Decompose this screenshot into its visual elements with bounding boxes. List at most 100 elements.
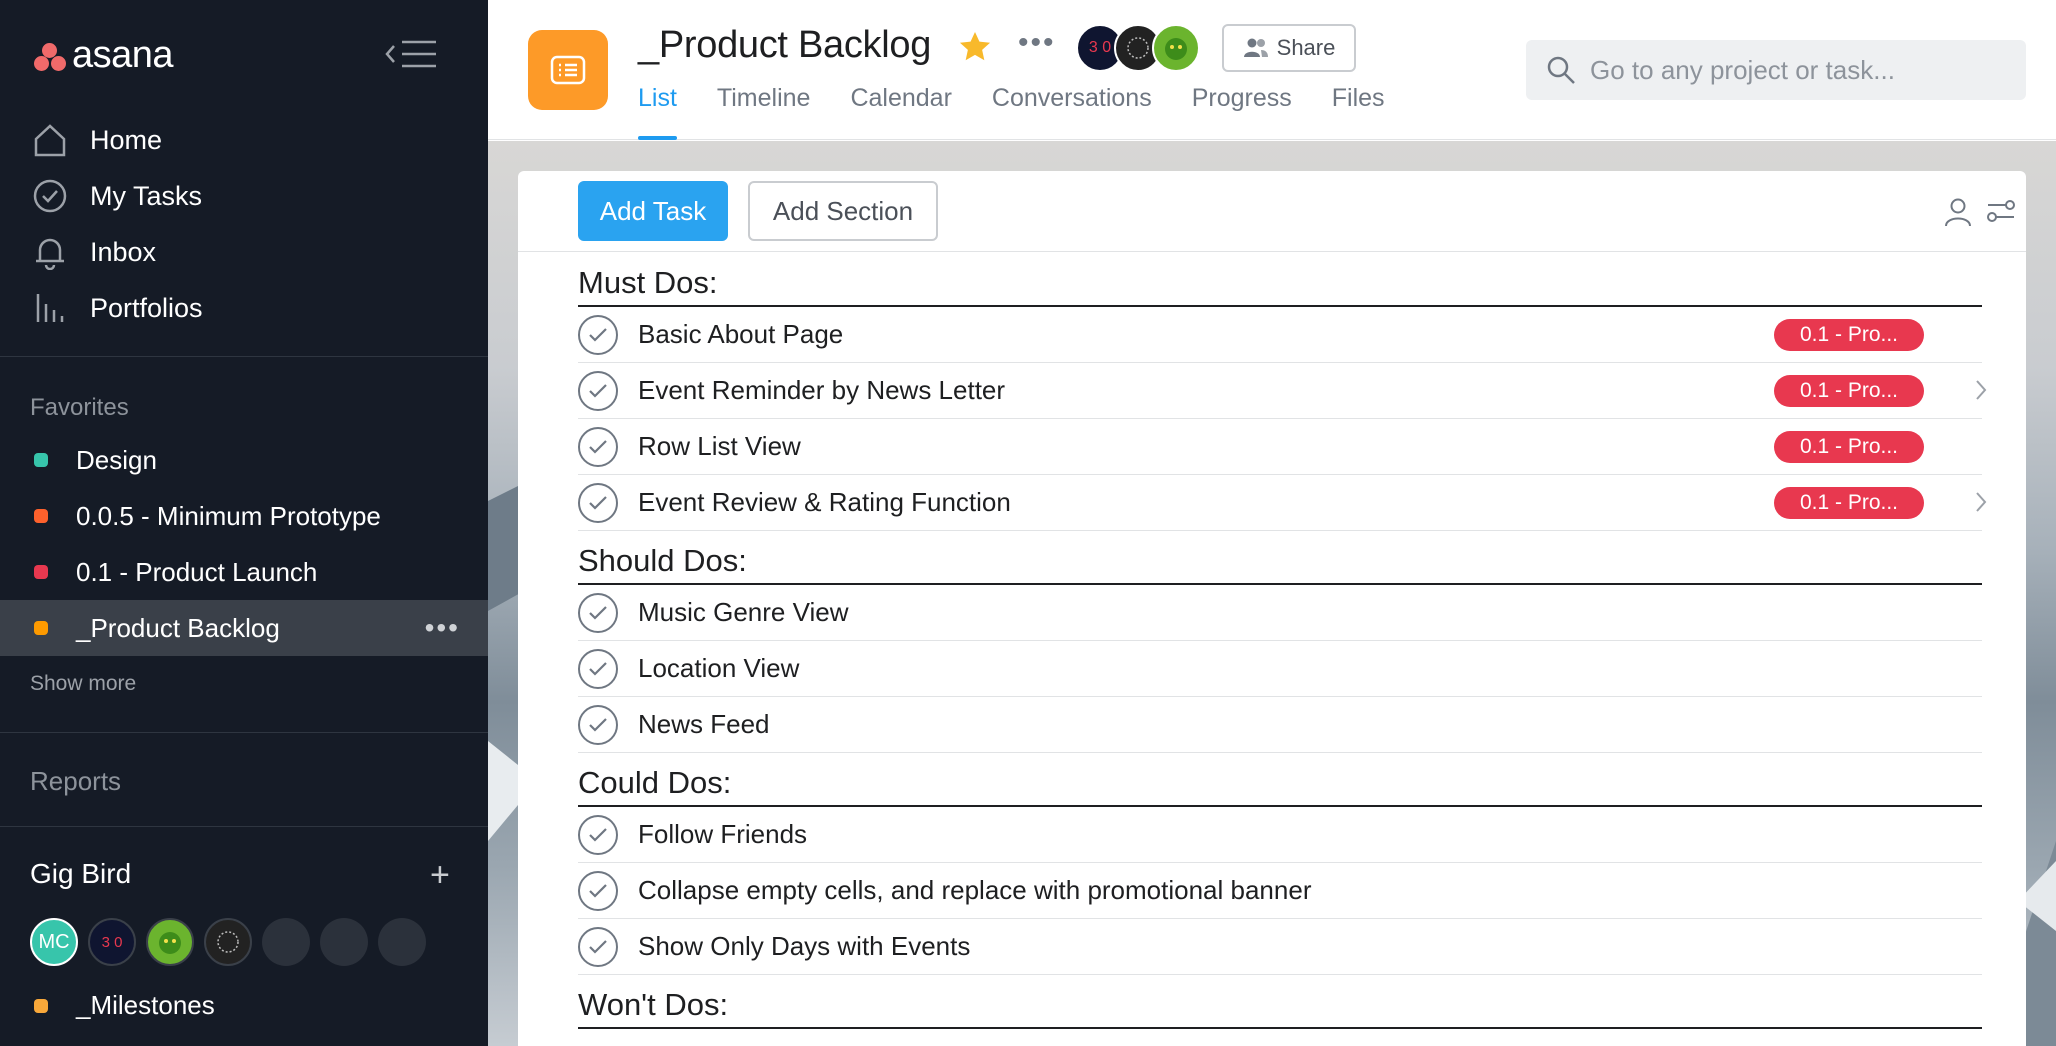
empty-avatar-slot[interactable] bbox=[320, 918, 368, 966]
complete-task-checkbox[interactable] bbox=[578, 370, 618, 411]
task-row[interactable]: Row List View 0.1 - Pro... bbox=[578, 419, 1982, 475]
task-list: Must Dos: Basic About Page 0.1 - Pro... … bbox=[578, 253, 1987, 1029]
tab-timeline[interactable]: Timeline bbox=[717, 84, 811, 140]
collapse-sidebar-icon[interactable] bbox=[384, 36, 440, 72]
nav-label: Portfolios bbox=[90, 292, 203, 323]
complete-task-checkbox[interactable] bbox=[578, 870, 618, 911]
favorite-label: 0.1 - Product Launch bbox=[76, 556, 318, 587]
project-list-icon[interactable] bbox=[528, 30, 608, 110]
more-options-icon[interactable]: ••• bbox=[425, 612, 460, 644]
share-button[interactable]: Share bbox=[1222, 24, 1356, 72]
task-name[interactable]: Music Genre View bbox=[638, 597, 849, 628]
tab-conversations[interactable]: Conversations bbox=[992, 84, 1152, 140]
task-name[interactable]: Follow Friends bbox=[638, 819, 807, 850]
favorite-minimum-prototype[interactable]: 0.0.5 - Minimum Prototype bbox=[0, 488, 488, 544]
complete-task-checkbox[interactable] bbox=[578, 592, 618, 633]
chevron-right-icon[interactable] bbox=[1974, 489, 1988, 520]
add-section-button[interactable]: Add Section bbox=[748, 181, 938, 241]
task-name[interactable]: Basic About Page bbox=[638, 319, 843, 350]
section-header[interactable]: Won't Dos: bbox=[578, 975, 1982, 1029]
task-row[interactable]: News Feed bbox=[578, 697, 1982, 753]
task-row[interactable]: Event Reminder by News Letter 0.1 - Pro.… bbox=[578, 363, 1987, 419]
task-name[interactable]: Location View bbox=[638, 653, 799, 684]
page-title[interactable]: _Product Backlog bbox=[638, 24, 931, 67]
complete-task-checkbox[interactable] bbox=[578, 814, 618, 855]
complete-task-checkbox[interactable] bbox=[578, 426, 618, 467]
task-name[interactable]: Show Only Days with Events bbox=[638, 931, 970, 962]
avatar[interactable] bbox=[1152, 24, 1200, 72]
add-project-icon[interactable]: + bbox=[430, 856, 450, 895]
add-task-button[interactable]: Add Task bbox=[578, 181, 728, 241]
avatar[interactable] bbox=[146, 918, 194, 966]
sidebar-divider bbox=[0, 826, 488, 827]
team-name[interactable]: Gig Bird bbox=[30, 858, 131, 890]
avatar[interactable] bbox=[204, 918, 252, 966]
project-tag[interactable]: 0.1 - Pro... bbox=[1774, 431, 1924, 463]
complete-task-checkbox[interactable] bbox=[578, 704, 618, 745]
task-row[interactable]: Event Review & Rating Function 0.1 - Pro… bbox=[578, 475, 1987, 531]
people-icon bbox=[1243, 38, 1268, 57]
chevron-right-icon[interactable] bbox=[1974, 377, 1988, 408]
project-tag[interactable]: 0.1 - Pro... bbox=[1774, 487, 1924, 519]
task-row[interactable]: Music Genre View bbox=[578, 585, 1982, 641]
tab-calendar[interactable]: Calendar bbox=[850, 84, 951, 140]
favorite-product-launch[interactable]: 0.1 - Product Launch bbox=[0, 544, 488, 600]
task-name[interactable]: Collapse empty cells, and replace with p… bbox=[638, 875, 1311, 906]
assignee-filter-icon[interactable] bbox=[1944, 197, 1972, 232]
team-project-milestones[interactable]: _Milestones bbox=[34, 990, 215, 1021]
complete-task-checkbox[interactable] bbox=[578, 482, 618, 523]
favorites-heading[interactable]: Favorites bbox=[30, 394, 129, 422]
home-icon bbox=[30, 120, 70, 160]
nav-my-tasks[interactable]: My Tasks bbox=[0, 168, 488, 224]
reports-heading[interactable]: Reports bbox=[30, 766, 121, 797]
nav-home[interactable]: Home bbox=[0, 112, 488, 168]
section-header[interactable]: Could Dos: bbox=[578, 753, 1982, 807]
search-input[interactable] bbox=[1590, 54, 2010, 86]
task-name[interactable]: Row List View bbox=[638, 431, 801, 462]
list-toolbar: Add Task Add Section bbox=[518, 171, 2026, 252]
nav-inbox[interactable]: Inbox bbox=[0, 224, 488, 280]
empty-avatar-slot[interactable] bbox=[262, 918, 310, 966]
task-name[interactable]: Event Review & Rating Function bbox=[638, 487, 1011, 518]
task-row[interactable]: Collapse empty cells, and replace with p… bbox=[578, 863, 1982, 919]
complete-task-checkbox[interactable] bbox=[578, 314, 618, 355]
section-header[interactable]: Should Dos: bbox=[578, 531, 1982, 585]
project-color-dot bbox=[34, 453, 48, 467]
tab-files[interactable]: Files bbox=[1332, 84, 1385, 140]
project-more-icon[interactable]: ••• bbox=[1018, 26, 1056, 60]
task-row[interactable]: Follow Friends bbox=[578, 807, 1982, 863]
task-row[interactable]: Location View bbox=[578, 641, 1982, 697]
task-row[interactable]: Basic About Page 0.1 - Pro... bbox=[578, 307, 1982, 363]
avatar[interactable]: 3 0 bbox=[88, 918, 136, 966]
project-color-dot bbox=[34, 998, 48, 1013]
tab-progress[interactable]: Progress bbox=[1192, 84, 1292, 140]
asana-logo[interactable]: asana bbox=[32, 34, 174, 77]
task-row[interactable]: Show Only Days with Events bbox=[578, 919, 1982, 975]
task-name[interactable]: Event Reminder by News Letter bbox=[638, 375, 1005, 406]
project-members[interactable]: 3 0 bbox=[1076, 24, 1200, 72]
project-tag[interactable]: 0.1 - Pro... bbox=[1774, 319, 1924, 351]
favorite-label: 0.0.5 - Minimum Prototype bbox=[76, 500, 381, 531]
search-icon bbox=[1547, 56, 1575, 84]
sidebar-divider bbox=[0, 356, 488, 357]
section-header[interactable]: Must Dos: bbox=[578, 253, 1982, 307]
favorite-product-backlog[interactable]: _Product Backlog ••• bbox=[0, 600, 488, 656]
avatar[interactable]: MC bbox=[30, 918, 78, 966]
filter-sliders-icon[interactable] bbox=[1986, 197, 2016, 230]
tab-list[interactable]: List bbox=[638, 84, 677, 140]
task-name[interactable]: News Feed bbox=[638, 709, 770, 740]
complete-task-checkbox[interactable] bbox=[578, 926, 618, 967]
project-tag[interactable]: 0.1 - Pro... bbox=[1774, 375, 1924, 407]
project-color-dot bbox=[34, 565, 48, 579]
complete-task-checkbox[interactable] bbox=[578, 648, 618, 689]
logo-text: asana bbox=[72, 34, 174, 76]
show-more-link[interactable]: Show more bbox=[30, 672, 136, 696]
star-icon[interactable] bbox=[956, 28, 994, 71]
favorite-design[interactable]: Design bbox=[0, 432, 488, 488]
main-nav: Home My Tasks Inbox Portfolios bbox=[0, 112, 488, 336]
search-bar[interactable] bbox=[1526, 40, 2026, 100]
asana-logo-icon bbox=[32, 38, 68, 74]
empty-avatar-slot[interactable] bbox=[378, 918, 426, 966]
nav-portfolios[interactable]: Portfolios bbox=[0, 280, 488, 336]
bell-icon bbox=[30, 232, 70, 272]
